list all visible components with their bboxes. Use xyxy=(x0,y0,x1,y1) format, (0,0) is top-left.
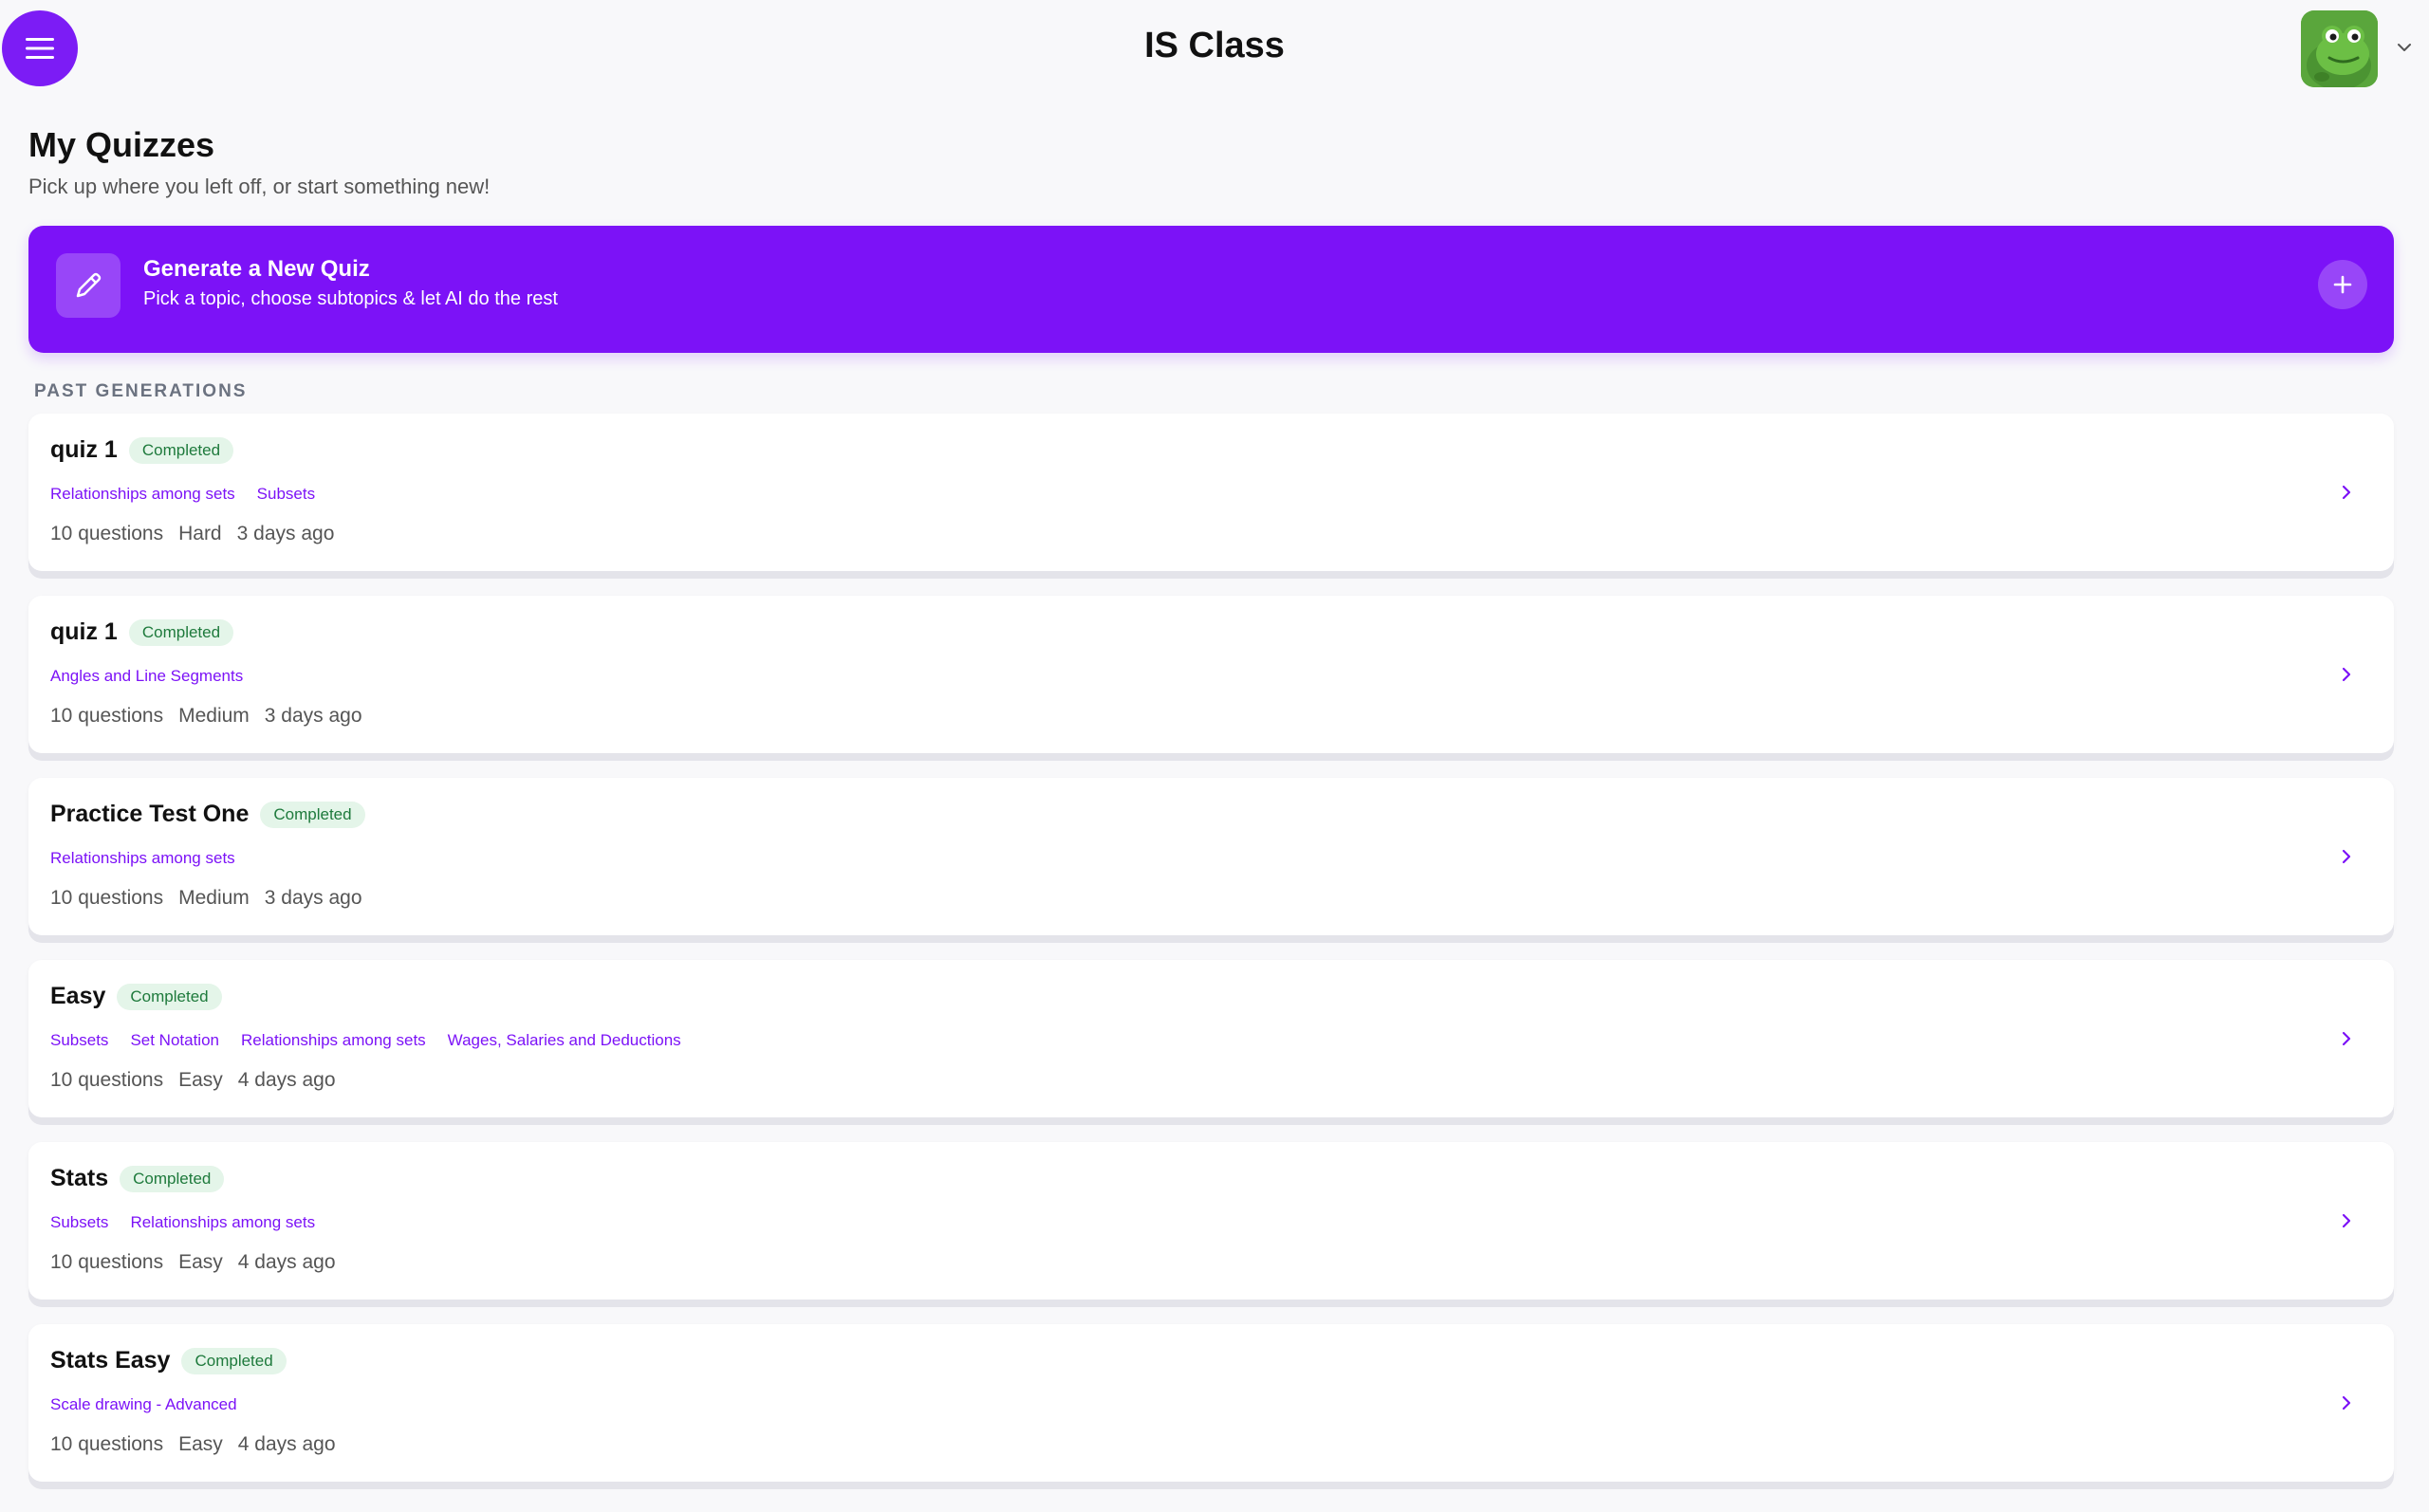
chevron-right-icon xyxy=(2342,849,2351,864)
quiz-card[interactable]: Stats Completed Subsets Relationships am… xyxy=(28,1142,2394,1300)
topic-tag: Set Notation xyxy=(130,1031,219,1049)
difficulty: Hard xyxy=(178,523,222,544)
avatar[interactable] xyxy=(2301,10,2378,87)
section-label: PAST GENERATIONS xyxy=(34,381,248,401)
account-dropdown-toggle[interactable] xyxy=(2395,38,2414,57)
topic-tag: Wages, Salaries and Deductions xyxy=(447,1031,681,1049)
generate-subtitle: Pick a topic, choose subtopics & let AI … xyxy=(143,288,558,309)
quiz-card[interactable]: Easy Completed Subsets Set Notation Rela… xyxy=(28,960,2394,1117)
topic-tag: Angles and Line Segments xyxy=(50,667,244,685)
page-header: My Quizzes Pick up where you left off, o… xyxy=(28,125,490,199)
difficulty: Easy xyxy=(178,1069,223,1091)
quiz-list: quiz 1 Completed Relationships among set… xyxy=(28,414,2394,1506)
topic-tag: Relationships among sets xyxy=(50,485,235,503)
pencil-icon xyxy=(76,272,102,298)
topic-tag: Scale drawing - Advanced xyxy=(50,1395,237,1413)
topic-tag: Relationships among sets xyxy=(130,1213,316,1231)
quiz-title: quiz 1 xyxy=(50,618,118,645)
quiz-card[interactable]: quiz 1 Completed Angles and Line Segment… xyxy=(28,596,2394,753)
top-bar: IS Class xyxy=(0,0,2429,99)
timestamp: 4 days ago xyxy=(237,1433,336,1455)
quiz-title: Easy xyxy=(50,983,106,1009)
timestamp: 3 days ago xyxy=(264,705,362,727)
question-count: 10 questions xyxy=(50,1433,164,1455)
chevron-right-icon xyxy=(2342,1031,2351,1046)
plus-icon xyxy=(2333,275,2352,294)
quiz-title: quiz 1 xyxy=(50,436,118,463)
status-badge: Completed xyxy=(260,801,365,828)
generate-quiz-card[interactable]: Generate a New Quiz Pick a topic, choose… xyxy=(28,226,2394,353)
chevron-right-icon xyxy=(2342,485,2351,500)
app-title: IS Class xyxy=(1144,26,1285,65)
timestamp: 4 days ago xyxy=(237,1251,336,1273)
question-count: 10 questions xyxy=(50,1069,164,1091)
status-badge: Completed xyxy=(120,1165,225,1192)
generate-plus-button[interactable] xyxy=(2318,260,2367,309)
quiz-card[interactable]: Practice Test One Completed Relationship… xyxy=(28,778,2394,935)
chevron-down-icon xyxy=(2398,44,2411,51)
chevron-right-icon xyxy=(2342,1395,2351,1411)
quiz-card[interactable]: Stats Easy Completed Scale drawing - Adv… xyxy=(28,1324,2394,1482)
frog-avatar-icon xyxy=(2301,10,2378,87)
topic-tag: Relationships among sets xyxy=(241,1031,426,1049)
difficulty: Medium xyxy=(178,887,250,909)
difficulty: Medium xyxy=(178,705,250,727)
status-badge: Completed xyxy=(181,1347,287,1374)
question-count: 10 questions xyxy=(50,887,164,909)
page-subtitle: Pick up where you left off, or start som… xyxy=(28,175,491,198)
page-title: My Quizzes xyxy=(28,125,215,164)
topic-tag: Relationships among sets xyxy=(50,849,235,867)
difficulty: Easy xyxy=(178,1251,223,1273)
status-badge: Completed xyxy=(128,436,234,464)
quiz-title: Stats Easy xyxy=(50,1347,171,1374)
question-count: 10 questions xyxy=(50,705,164,727)
quiz-card[interactable]: quiz 1 Completed Relationships among set… xyxy=(28,414,2394,571)
chevron-right-icon xyxy=(2342,667,2351,682)
generate-icon-box xyxy=(56,253,121,318)
question-count: 10 questions xyxy=(50,1251,164,1273)
status-badge: Completed xyxy=(117,983,222,1010)
chevron-right-icon xyxy=(2342,1213,2351,1228)
timestamp: 4 days ago xyxy=(237,1069,336,1091)
question-count: 10 questions xyxy=(50,523,164,544)
difficulty: Easy xyxy=(178,1433,223,1455)
timestamp: 3 days ago xyxy=(236,523,335,544)
quiz-title: Stats xyxy=(50,1165,109,1191)
topic-tag: Subsets xyxy=(50,1213,109,1231)
quiz-title: Practice Test One xyxy=(50,801,250,827)
topic-tag: Subsets xyxy=(50,1031,109,1049)
generate-title: Generate a New Quiz xyxy=(143,256,370,282)
timestamp: 3 days ago xyxy=(264,887,362,909)
status-badge: Completed xyxy=(128,618,234,646)
topic-tag: Subsets xyxy=(256,485,316,503)
